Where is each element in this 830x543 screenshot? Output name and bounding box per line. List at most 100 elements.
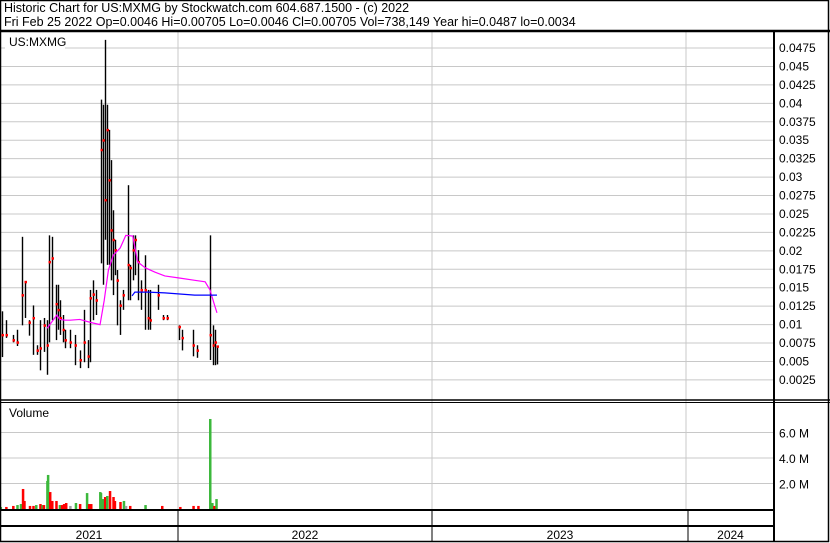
price-tick-label: 0.035 [779, 133, 809, 147]
volume-bar [90, 504, 93, 509]
close-marker [100, 148, 103, 152]
close-marker [127, 263, 130, 267]
close-marker [166, 316, 169, 320]
close-marker [216, 345, 219, 348]
close-marker [122, 294, 125, 297]
close-marker [95, 299, 98, 302]
close-marker [162, 316, 165, 320]
volume-bar [35, 505, 38, 509]
close-marker [181, 336, 184, 340]
year-label: 2022 [292, 528, 319, 542]
volume-bar [55, 500, 58, 509]
volume-bar [32, 505, 35, 509]
symbol-label: US:MXMG [9, 35, 66, 49]
close-marker [119, 304, 122, 307]
close-marker [106, 128, 109, 132]
close-marker [102, 139, 105, 142]
price-tick-label: 0.0275 [779, 189, 816, 203]
volume-label: Volume [9, 406, 49, 420]
volume-bar [74, 503, 78, 509]
price-tick-label: 0.0325 [779, 152, 816, 166]
price-tick-label: 0.0075 [779, 336, 816, 350]
close-marker [12, 339, 15, 342]
volume-bar [160, 505, 164, 509]
close-marker [43, 324, 46, 327]
close-marker [196, 349, 199, 352]
year-label: 2023 [547, 528, 574, 542]
close-marker [144, 288, 147, 292]
price-tick-label: 0.04 [779, 96, 803, 110]
price-tick-label: 0.0025 [779, 373, 816, 387]
volume-bar [106, 495, 109, 509]
price-tick-label: 0.025 [779, 207, 809, 221]
close-marker [157, 294, 160, 297]
price-tick-label: 0.0225 [779, 225, 816, 239]
close-marker [92, 293, 95, 296]
close-marker [64, 339, 67, 342]
close-marker [112, 238, 115, 242]
stock-chart: Historic Chart for US:MXMG by Stockwatch… [0, 0, 830, 543]
year-label: 2024 [717, 528, 744, 542]
price-tick-label: 0.0425 [779, 78, 816, 92]
volume-bar [179, 506, 182, 509]
close-marker [209, 333, 212, 337]
price-tick-label: 0.01 [779, 318, 803, 332]
volume-bar [144, 505, 147, 509]
close-marker [5, 333, 8, 337]
close-marker [55, 302, 58, 306]
close-marker [129, 266, 132, 270]
volume-bar [119, 501, 122, 509]
close-marker [48, 260, 51, 264]
close-marker [149, 319, 152, 322]
close-marker [46, 344, 49, 347]
volume-bar [78, 504, 82, 509]
close-marker [39, 347, 42, 350]
price-tick-label: 0.0125 [779, 299, 816, 313]
close-marker [51, 257, 54, 260]
volume-bar [124, 505, 128, 509]
close-marker [57, 308, 60, 312]
close-marker [140, 288, 143, 292]
volume-bar [113, 500, 117, 509]
volume-bar [69, 505, 72, 509]
price-tick-label: 0.0375 [779, 115, 816, 129]
volume-bar [28, 505, 32, 509]
volume-bar [23, 500, 26, 509]
close-marker [178, 325, 181, 329]
close-marker [1, 333, 4, 337]
close-marker [116, 279, 119, 282]
close-marker [69, 341, 72, 344]
price-tick-label: 0.015 [779, 281, 809, 295]
chart-title: Historic Chart for US:MXMG by Stockwatch… [4, 1, 409, 15]
volume-tick-label: 4.0 M [779, 452, 809, 466]
close-marker [108, 179, 111, 182]
close-marker [32, 316, 35, 320]
close-marker [79, 359, 82, 362]
close-marker [87, 355, 90, 358]
close-marker [28, 321, 31, 324]
close-marker [24, 280, 27, 284]
close-marker [74, 344, 77, 347]
close-marker [62, 328, 65, 332]
price-tick-label: 0.045 [779, 59, 809, 73]
close-marker [83, 341, 86, 344]
volume-bar [64, 503, 68, 509]
volume-bar [5, 506, 8, 509]
close-marker [110, 229, 113, 232]
close-marker [89, 297, 92, 300]
volume-bar [42, 505, 46, 509]
volume-bar [12, 505, 15, 509]
volume-bar [192, 505, 195, 509]
volume-bar [209, 418, 212, 509]
price-tick-label: 0.005 [779, 354, 809, 368]
close-marker [212, 344, 215, 347]
price-tick-label: 0.0475 [779, 41, 816, 55]
close-marker [214, 341, 217, 344]
volume-bar [128, 505, 132, 509]
close-marker [134, 238, 137, 242]
close-marker [104, 198, 107, 202]
volume-bar [51, 500, 54, 509]
volume-tick-label: 2.0 M [779, 478, 809, 492]
year-label: 2021 [76, 528, 103, 542]
close-marker [132, 249, 135, 252]
